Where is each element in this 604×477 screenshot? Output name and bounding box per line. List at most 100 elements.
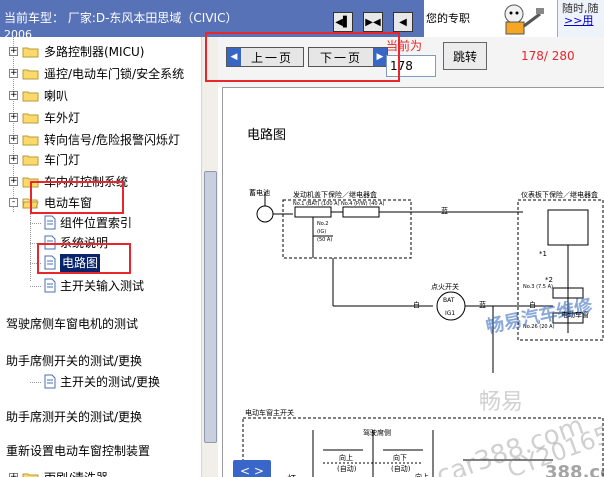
watermark-brand-grey: 畅易	[479, 390, 524, 415]
label-50a: (50 A)	[317, 237, 333, 243]
jump-button[interactable]: 跳转	[443, 42, 487, 70]
power-window-highlight-box	[30, 181, 124, 214]
folder-icon	[22, 91, 39, 102]
label-auto-2: (自动)	[391, 465, 411, 473]
label-up-1: 向上	[339, 454, 353, 462]
label-ignition-switch: 点火开关	[431, 283, 459, 291]
nav-double-button[interactable]: ▶◀	[363, 12, 383, 32]
watermark-site-2: 388.com	[545, 462, 604, 477]
folder-icon	[22, 155, 39, 166]
folder-icon	[22, 47, 39, 58]
tree-item-label: 助手席侧开关的测试/更换	[6, 354, 143, 368]
tree-item[interactable]: 主开关输入测试	[0, 277, 201, 297]
collapse-icon[interactable]: -	[9, 198, 18, 207]
tree-item[interactable]: 主开关的测试/更换	[0, 373, 201, 393]
page-count: 178/ 280	[521, 49, 575, 63]
nav-back-button[interactable]: ◀	[393, 12, 413, 32]
page-icon	[44, 278, 56, 293]
label-auto-1: (自动)	[337, 465, 357, 473]
document-viewer: ◀ 上一页 下一页 ▶ 当前为 跳转 178/ 280	[205, 32, 604, 477]
tree-item-label: 车门灯	[44, 153, 81, 167]
label-white-1: 白	[413, 301, 420, 309]
nav-first-icon: ◀▌	[335, 16, 351, 28]
label-driver-side: 驾驶席侧	[363, 429, 391, 437]
page-corner-nav-button[interactable]: < >	[233, 460, 271, 477]
label-star1: *1	[539, 250, 547, 258]
folder-icon	[22, 473, 39, 477]
tree-item[interactable]: 驾驶席侧车窗电机的测试	[0, 315, 201, 335]
tree-item[interactable]: + 多路控制器(MICU)	[0, 43, 201, 63]
tree-item[interactable]: + 喇叭	[0, 87, 201, 107]
expand-icon[interactable]: +	[9, 47, 18, 56]
tree-connector	[30, 286, 42, 287]
page-toolbar: ◀ 上一页 下一页 ▶ 当前为 跳转 178/ 280	[205, 32, 604, 87]
nav-double-icon: ▶◀	[365, 16, 381, 28]
label-star2: *2	[545, 276, 553, 284]
page-icon	[44, 374, 56, 389]
tree-item-label: 驾驶席侧车窗电机的测试	[6, 317, 139, 331]
expand-icon[interactable]: +	[9, 135, 18, 144]
tree-item[interactable]: + 车门灯	[0, 151, 201, 171]
category-tree: + 多路控制器(MICU) + 遥控/电动车门锁/安全系统 + 喇叭 + 车外灯 + 转向信号/危…	[0, 37, 201, 477]
label-fuse4: No.4 (P/W) (40 A)	[341, 201, 385, 207]
tree-item-label: 转向信号/危险报警闪烁灯	[44, 133, 181, 147]
label-hood-box: 发动机盖下保险／继电器盒	[293, 191, 377, 199]
tree-item-label: 主开关输入测试	[60, 279, 145, 293]
tree-item-label: 助手席测开关的测试/更换	[6, 410, 143, 424]
folder-icon	[22, 135, 39, 146]
label-down-1: 向下	[393, 454, 407, 462]
expand-icon[interactable]: +	[9, 113, 18, 122]
label-fuse3: No.3 (7.5 A)	[523, 284, 553, 290]
tree-item-label: 重新设置电动车窗控制装置	[6, 444, 151, 458]
tree-item[interactable]: 助手席测开关的测试/更换	[0, 408, 201, 428]
expand-icon[interactable]: +	[9, 473, 18, 477]
tree-item[interactable]: 重新设置电动车窗控制装置	[0, 442, 201, 462]
tree-item-label: 喇叭	[44, 89, 69, 103]
label-bat: BAT	[443, 297, 455, 304]
label-fuse1: No.1 (BAT) (100 A)	[293, 201, 340, 207]
tree-item[interactable]: 助手席侧开关的测试/更换	[0, 352, 201, 372]
label-dash-box: 仪表板下保险／继电器盒	[521, 191, 598, 199]
page-icon	[44, 215, 56, 230]
tree-item[interactable]: 组件位置索引	[0, 214, 201, 234]
expand-icon[interactable]: +	[9, 69, 18, 78]
expert-service-box: 随时,随 >>用	[557, 0, 604, 37]
label-lamp: 灯	[287, 472, 296, 477]
tree-item-label: 遥控/电动车门锁/安全系统	[44, 67, 185, 81]
nav-first-button[interactable]: ◀▌	[333, 12, 353, 32]
expand-icon[interactable]: +	[9, 177, 18, 186]
expand-icon[interactable]: +	[9, 91, 18, 100]
current-car-title: 当前车型： 厂家:D-东风本田思域（CIVIC）	[4, 11, 238, 25]
tree-item-label: 雨刷/清洗器	[44, 469, 108, 477]
label-up-2: 向上	[415, 473, 429, 477]
wiring-diagram-page[interactable]: 电路图 蓄电池 发动机盖下保险／继电器盒 No.1 (BAT) (100 A) …	[222, 87, 604, 477]
tree-item-label: 主开关的测试/更换	[60, 375, 161, 389]
diagram-title: 电路图	[247, 128, 287, 143]
label-blue-2: 蓝	[479, 301, 486, 309]
tree-scrollbar[interactable]	[201, 37, 218, 477]
expand-icon[interactable]: +	[9, 155, 18, 164]
folder-icon	[22, 69, 39, 80]
expert-banner: 您的专职 随时,随 >>用	[424, 0, 604, 37]
tree-item[interactable]: + 转向信号/危险报警闪烁灯	[0, 131, 201, 151]
mascot-icon	[504, 4, 544, 35]
folder-icon	[22, 113, 39, 124]
tree-item-label: 组件位置索引	[60, 216, 133, 230]
label-battery: 蓄电池	[249, 189, 270, 197]
scrollbar-thumb[interactable]	[204, 171, 217, 443]
label-ig1: IG1	[445, 310, 456, 317]
pager-highlight-box	[205, 32, 400, 82]
tree-item[interactable]: + 遥控/电动车门锁/安全系统	[0, 65, 201, 85]
tree-connector	[30, 382, 42, 383]
tree-connector	[30, 223, 42, 224]
expert-label: 您的专职	[426, 12, 470, 25]
label-fuse2: No.2	[317, 221, 329, 227]
tree-item[interactable]: + 车外灯	[0, 109, 201, 129]
label-main-switch: 电动车窗主开关	[245, 409, 294, 417]
tree-item-label: 多路控制器(MICU)	[44, 45, 145, 59]
nav-back-icon: ◀	[399, 16, 407, 28]
label-blue-1: 蓝	[441, 207, 448, 215]
tree-item-label: 车外灯	[44, 111, 81, 125]
expert-box-link[interactable]: >>用	[564, 12, 593, 28]
tree-item[interactable]: + 雨刷/清洗器	[0, 469, 201, 477]
